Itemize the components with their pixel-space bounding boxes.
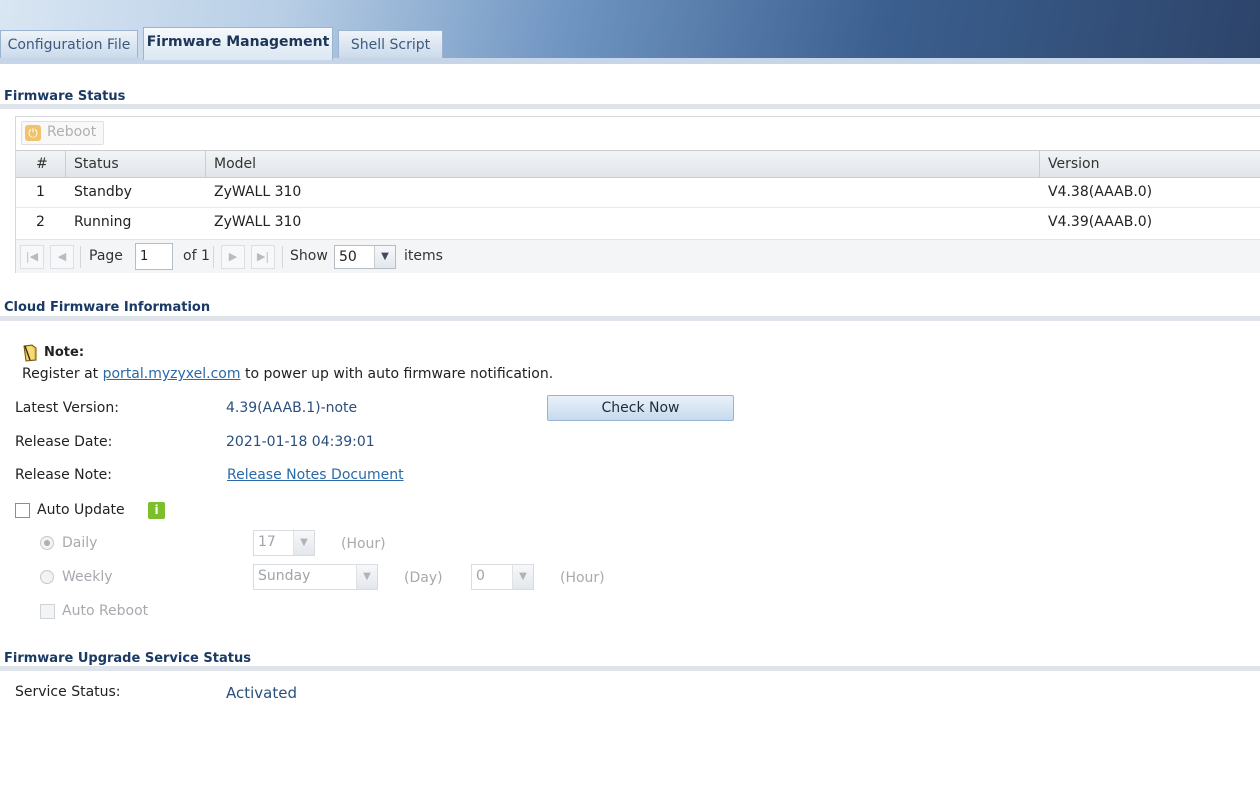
service-status-value: Activated [226,684,297,702]
auto-reboot-checkbox[interactable] [40,604,55,619]
weekly-hour-select[interactable]: 0 ▼ [471,564,534,590]
chevron-down-icon: ▼ [356,565,377,589]
daily-hour-select[interactable]: 17 ▼ [253,530,315,556]
release-note-label: Release Note: [15,467,113,483]
table-row[interactable]: 1 Standby ZyWALL 310 V4.38(AAAB.0) [16,178,1260,208]
table-toolbar: ⏻ Reboot [16,117,1260,150]
weekly-day-value: Sunday [258,568,311,584]
row-version: V4.38(AAAB.0) [1048,184,1153,200]
firmware-status-table: ⏻ Reboot # Status Model Version 1 Standb… [15,116,1260,273]
column-header-number[interactable]: # [16,151,66,177]
row-model: ZyWALL 310 [214,184,302,200]
auto-update-checkbox[interactable] [15,503,30,518]
last-page-icon[interactable]: ▶| [251,245,275,269]
page-size-select[interactable]: 50 ▼ [334,245,396,269]
page-number-input[interactable]: 1 [135,243,173,270]
cloud-firmware-title: Cloud Firmware Information [4,300,211,315]
daily-hour-value: 17 [258,534,276,550]
latest-version-value: 4.39(AAAB.1)-note [226,400,358,416]
chevron-down-icon: ▼ [374,246,395,268]
tab-label: Configuration File [7,37,131,53]
weekly-hour-unit: (Hour) [560,570,605,586]
row-status: Running [74,214,132,230]
column-header-version[interactable]: Version [1040,151,1260,177]
pagination-bar: |◀ ◀ Page 1 of 1 ▶ ▶| Show 50 ▼ items [16,239,1260,273]
daily-hour-unit: (Hour) [341,536,386,552]
page-size-value: 50 [339,249,357,265]
row-version: V4.39(AAAB.0) [1048,214,1153,230]
note-text: Register at portal.myzyxel.com to power … [22,366,553,382]
firmware-status-title: Firmware Status [4,89,126,104]
tab-shell-script[interactable]: Shell Script [338,30,443,58]
reboot-button[interactable]: ⏻ Reboot [21,121,104,145]
column-header-status[interactable]: Status [66,151,206,177]
note-prefix: Register at [22,366,103,382]
release-date-value: 2021-01-18 04:39:01 [226,434,375,450]
weekly-label: Weekly [62,569,113,585]
tab-configuration-file[interactable]: Configuration File [0,30,138,58]
section-divider [0,316,1260,321]
chevron-down-icon: ▼ [293,531,314,555]
pager-separator [80,246,81,268]
service-status-title: Firmware Upgrade Service Status [4,651,251,666]
page-count-label: of 1 [183,248,210,264]
note-label: Note: [44,345,85,360]
table-row[interactable]: 2 Running ZyWALL 310 V4.39(AAAB.0) [16,208,1260,238]
row-status: Standby [74,184,132,200]
tab-label: Shell Script [350,37,431,53]
weekly-day-select[interactable]: Sunday ▼ [253,564,378,590]
release-notes-link[interactable]: Release Notes Document [227,467,404,483]
prev-page-icon[interactable]: ◀ [50,245,74,269]
row-model: ZyWALL 310 [214,214,302,230]
weekly-hour-value: 0 [476,568,485,584]
latest-version-label: Latest Version: [15,400,119,416]
pager-separator [213,246,214,268]
row-number: 2 [36,214,45,230]
check-now-button[interactable]: Check Now [547,395,734,421]
table-header: # Status Model Version [16,150,1260,178]
note-icon [23,344,37,362]
auto-reboot-label: Auto Reboot [62,603,149,619]
info-icon[interactable]: i [148,502,165,519]
weekly-radio[interactable] [40,570,54,584]
auto-update-label: Auto Update [37,502,125,518]
section-divider [0,666,1260,671]
show-label: Show [290,248,328,264]
portal-link[interactable]: portal.myzyxel.com [103,366,241,382]
items-label: items [404,248,443,264]
weekly-day-unit: (Day) [404,570,443,586]
power-icon: ⏻ [25,125,41,141]
service-status-label: Service Status: [15,684,121,700]
tab-firmware-management[interactable]: Firmware Management [143,27,333,60]
tab-label: Firmware Management [146,34,330,50]
daily-label: Daily [62,535,98,551]
row-number: 1 [36,184,45,200]
first-page-icon[interactable]: |◀ [20,245,44,269]
section-divider [0,104,1260,109]
chevron-down-icon: ▼ [512,565,533,589]
daily-radio[interactable] [40,536,54,550]
pager-separator [282,246,283,268]
page-label: Page [89,248,123,264]
reboot-label: Reboot [47,124,97,140]
next-page-icon[interactable]: ▶ [221,245,245,269]
release-date-label: Release Date: [15,434,113,450]
column-header-model[interactable]: Model [206,151,1040,177]
note-suffix: to power up with auto firmware notificat… [240,366,554,382]
